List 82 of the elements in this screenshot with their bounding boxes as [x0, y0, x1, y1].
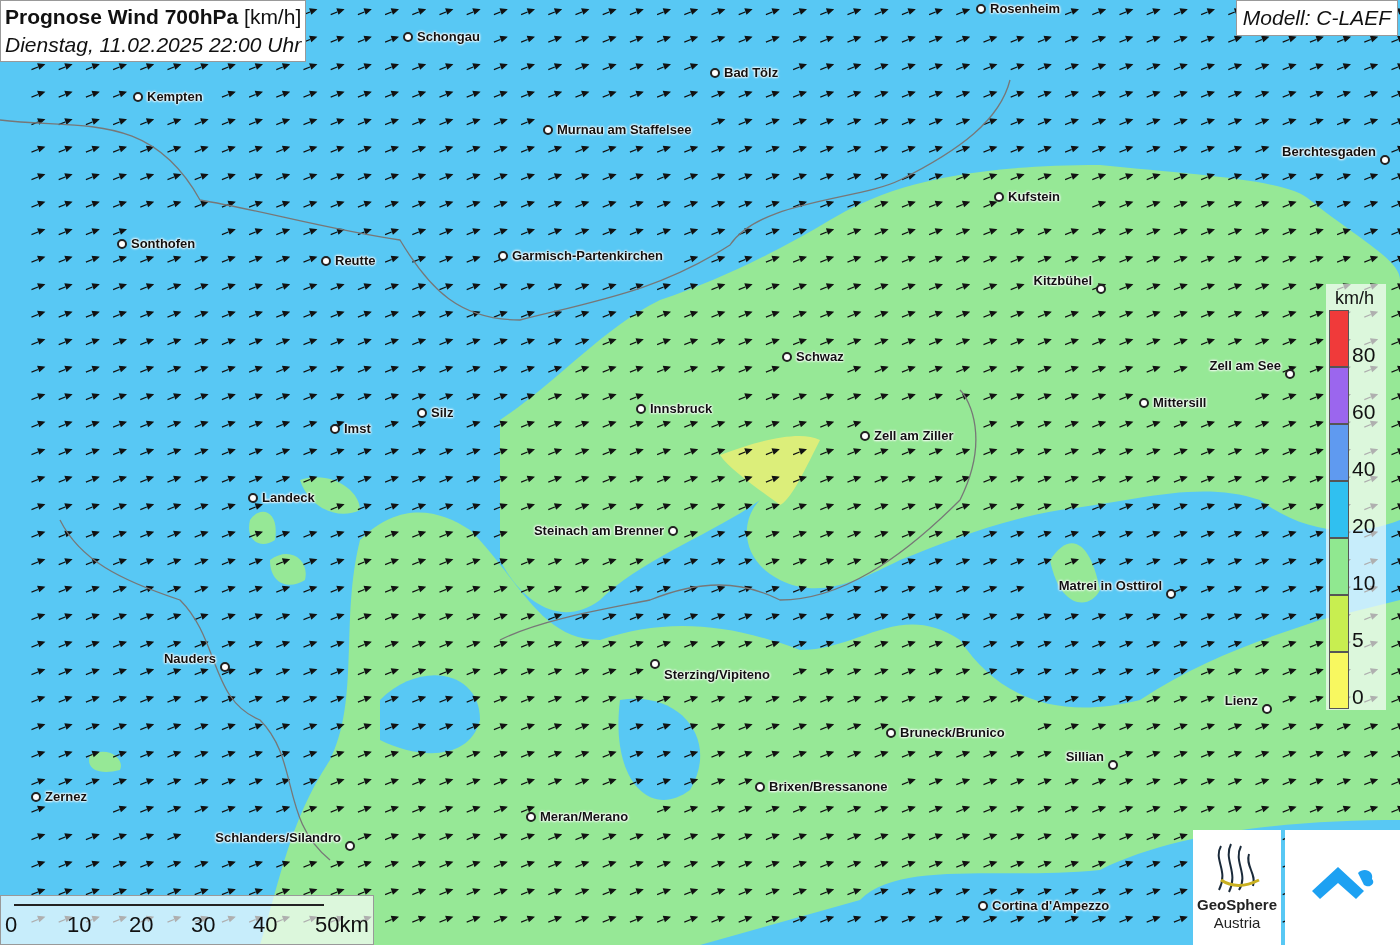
city-label: Rosenheim [990, 1, 1061, 17]
city-label: Schlanders/Silandro [215, 830, 341, 846]
city-label: Sillian [1065, 749, 1104, 765]
legend-value: 5 [1352, 628, 1364, 652]
city-label: Imst [344, 421, 371, 437]
model-label: Modell: C-LAEF [1235, 0, 1398, 36]
city-label: Innsbruck [650, 401, 713, 417]
city-marker-icon [133, 92, 143, 102]
scale-label: 20 [129, 912, 155, 938]
city-marker-icon [782, 352, 792, 362]
city-label: Kitzbühel [1033, 273, 1092, 289]
city-label: Sterzing/Vipiteno [664, 667, 770, 683]
city-marker-icon [860, 431, 870, 441]
city-marker-icon [117, 239, 127, 249]
city-label: Landeck [262, 490, 315, 506]
city-marker-icon [1380, 155, 1390, 165]
city-marker-icon [1096, 284, 1106, 294]
scale-label: 30 [191, 912, 217, 938]
city-marker-icon [755, 782, 765, 792]
city-label: Mittersill [1153, 395, 1207, 411]
logo-country: Austria [1213, 914, 1261, 932]
city-marker-icon [668, 526, 678, 536]
city-marker-icon [417, 408, 427, 418]
city-marker-icon [1166, 589, 1176, 599]
city-label: Reutte [335, 253, 376, 269]
city-marker-icon [650, 659, 660, 669]
legend-value: 10 [1352, 571, 1376, 595]
legend-value: 60 [1352, 400, 1376, 424]
city-marker-icon [1139, 398, 1149, 408]
city-label: Zell am See [1209, 358, 1281, 374]
city-label: Lienz [1224, 693, 1258, 709]
city-label: Nauders [163, 651, 216, 667]
scale-label: 10 [67, 912, 93, 938]
city-label: Bad Tölz [724, 65, 779, 81]
city-marker-icon [710, 68, 720, 78]
city-marker-icon [1108, 760, 1118, 770]
city-label: Brixen/Bressanone [769, 779, 888, 795]
city-label: Cortina d'Ampezzo [992, 898, 1110, 914]
city-label: Bruneck/Brunico [900, 725, 1005, 741]
city-marker-icon [321, 256, 331, 266]
city-marker-icon [976, 4, 986, 14]
city-marker-icon [636, 404, 646, 414]
legend-value: 20 [1352, 514, 1376, 538]
city-marker-icon [248, 493, 258, 503]
logo-name: GeoSphere [1197, 896, 1277, 914]
city-marker-icon [526, 812, 536, 822]
city-marker-icon [1285, 369, 1295, 379]
legend-value: 40 [1352, 457, 1376, 481]
city-label: Zernez [45, 789, 87, 805]
city-label: Murnau am Staffelsee [557, 122, 692, 138]
scale-label: 40 [253, 912, 279, 938]
city-marker-icon [886, 728, 896, 738]
city-label: Kempten [147, 89, 203, 105]
city-label: Schwaz [796, 349, 844, 365]
city-label: Schongau [417, 29, 480, 45]
city-marker-icon [403, 32, 413, 42]
city-label: Sonthofen [131, 236, 196, 252]
city-label: Matrei in Osttirol [1058, 578, 1162, 594]
city-marker-icon [994, 192, 1004, 202]
city-marker-icon [498, 251, 508, 261]
city-marker-icon [345, 841, 355, 851]
map-title: Prognose Wind 700hPa [5, 5, 239, 28]
legend-value: 80 [1352, 343, 1376, 367]
legend-value: 0 [1352, 685, 1364, 709]
city-label: Steinach am Brenner [533, 523, 664, 539]
city-marker-icon [543, 125, 553, 135]
city-marker-icon [978, 901, 988, 911]
city-marker-icon [1262, 704, 1272, 714]
city-marker-icon [330, 424, 340, 434]
forecast-time: Dienstag, 11.02.2025 22:00 Uhr [5, 32, 302, 58]
city-label: Berchtesgaden [1282, 144, 1376, 160]
city-label: Garmisch-Partenkirchen [512, 248, 663, 264]
scale-label: 50km [315, 912, 369, 938]
city-label: Kufstein [1008, 189, 1060, 205]
city-label: Silz [431, 405, 454, 421]
legend-unit: km/h [1334, 287, 1375, 310]
city-label: Zell am Ziller [874, 428, 954, 444]
city-marker-icon [31, 792, 41, 802]
scale-label: 0 [5, 912, 19, 938]
unit-label: [km/h] [244, 5, 302, 28]
city-label: Meran/Merano [540, 809, 629, 825]
city-marker-icon [220, 662, 230, 672]
